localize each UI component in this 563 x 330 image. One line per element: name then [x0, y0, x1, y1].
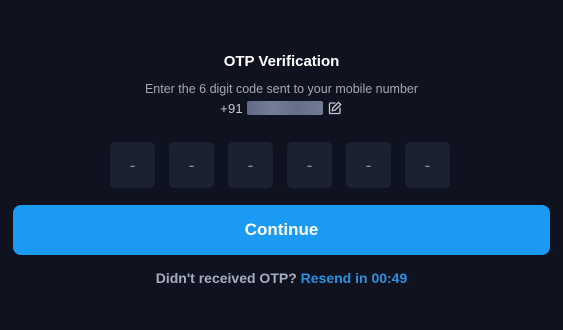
country-code: +91 — [220, 100, 243, 116]
otp-digit-2[interactable]: - — [169, 142, 214, 188]
instruction-text: Enter the 6 digit code sent to your mobi… — [144, 82, 419, 96]
resend-row: Didn't received OTP? Resend in 00:49 — [0, 270, 563, 286]
masked-phone-number — [246, 101, 323, 115]
otp-input-group: - - - - - - — [110, 142, 450, 188]
otp-digit-4[interactable]: - — [287, 142, 332, 188]
otp-digit-5[interactable]: - — [346, 142, 391, 188]
otp-digit-1[interactable]: - — [110, 142, 155, 188]
otp-verification-panel: OTP Verification Enter the 6 digit code … — [0, 0, 563, 330]
otp-digit-6[interactable]: - — [405, 142, 450, 188]
phone-number-row: +91 — [0, 100, 563, 116]
page-title: OTP Verification — [223, 53, 340, 70]
resend-link[interactable]: Resend in 00:49 — [301, 270, 408, 286]
resend-prompt: Didn't received OTP? — [155, 270, 301, 286]
edit-icon[interactable] — [327, 100, 343, 116]
otp-digit-3[interactable]: - — [228, 142, 273, 188]
continue-button[interactable]: Continue — [13, 205, 550, 255]
